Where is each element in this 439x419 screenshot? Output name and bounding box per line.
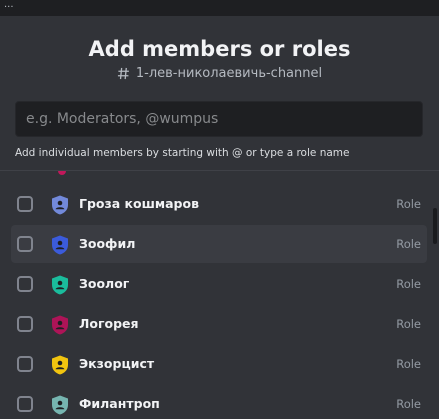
- shield-user-icon: [52, 315, 68, 335]
- role-row[interactable]: Логорея Role: [11, 305, 427, 343]
- role-row[interactable]: Зоофил Role: [11, 225, 427, 263]
- partial-role-icon: [58, 171, 66, 175]
- checkbox[interactable]: [17, 316, 33, 332]
- channel-subtitle: 1-лев-николаевичь-channel: [0, 66, 439, 81]
- channel-name: 1-лев-николаевичь-channel: [135, 66, 323, 81]
- shield-user-icon: [52, 275, 68, 295]
- role-row[interactable]: Гроза кошмаров Role: [11, 185, 427, 223]
- shield-user-icon: [52, 235, 68, 255]
- role-row[interactable]: Зоолог Role: [11, 265, 427, 303]
- checkbox[interactable]: [17, 276, 33, 292]
- role-name: Зоофил: [79, 236, 136, 251]
- add-members-modal: ... Add members or roles 1-лев-николаеви…: [0, 0, 439, 419]
- search-field[interactable]: [15, 101, 423, 137]
- role-type-label: Role: [396, 237, 421, 251]
- window-top-strip: ...: [0, 0, 439, 16]
- modal-title: Add members or roles: [88, 37, 351, 61]
- shield-user-icon: [52, 395, 68, 415]
- checkbox[interactable]: [17, 236, 33, 252]
- search-input[interactable]: [16, 102, 422, 136]
- shield-user-icon: [52, 355, 68, 375]
- checkbox[interactable]: [17, 356, 33, 372]
- role-name: Гроза кошмаров: [79, 196, 199, 211]
- checkbox[interactable]: [17, 396, 33, 412]
- role-name: Экзорцист: [79, 356, 155, 371]
- top-strip-text: ...: [4, 0, 14, 10]
- role-row[interactable]: Филантроп Role: [11, 385, 427, 419]
- hash-icon: [117, 67, 129, 80]
- role-type-label: Role: [396, 277, 421, 291]
- role-name: Логорея: [79, 316, 139, 331]
- role-type-label: Role: [396, 357, 421, 371]
- modal-header: Add members or roles 1-лев-николаевичь-c…: [0, 34, 439, 81]
- roles-list[interactable]: Гроза кошмаров Role Зоофил Role Зоолог R…: [0, 171, 439, 419]
- shield-user-icon: [52, 195, 68, 215]
- role-type-label: Role: [396, 317, 421, 331]
- search-hint: Add individual members by starting with …: [15, 147, 350, 159]
- role-row[interactable]: Экзорцист Role: [11, 345, 427, 383]
- scrollbar-thumb[interactable]: [433, 208, 437, 244]
- role-type-label: Role: [396, 197, 421, 211]
- role-name: Филантроп: [79, 396, 160, 411]
- role-name: Зоолог: [79, 276, 130, 291]
- role-type-label: Role: [396, 397, 421, 411]
- checkbox[interactable]: [17, 196, 33, 212]
